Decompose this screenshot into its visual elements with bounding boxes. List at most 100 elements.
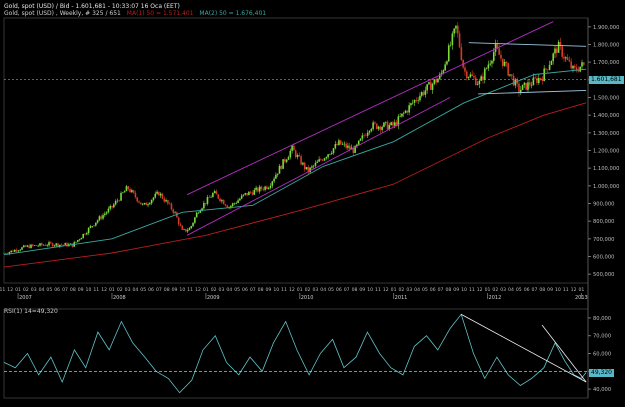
- candle-down: [536, 78, 538, 84]
- candle-up: [554, 48, 556, 54]
- candle-up: [399, 116, 401, 118]
- time-axis-month-label: 08: [445, 287, 451, 293]
- candle-down: [545, 68, 547, 70]
- candle-up: [476, 84, 479, 85]
- candle-down: [3, 253, 5, 254]
- candle-down: [458, 33, 461, 48]
- time-axis-month-label: 01: [15, 287, 21, 293]
- candle-up: [23, 245, 25, 248]
- candle-up: [244, 193, 247, 195]
- candle-up: [312, 165, 315, 167]
- price-axis-tick-label: 700,000: [593, 237, 614, 243]
- candle-up: [143, 202, 146, 205]
- candle-up: [55, 243, 58, 246]
- candle-up: [278, 165, 281, 174]
- candle-down: [32, 244, 34, 246]
- candle-up: [255, 187, 257, 190]
- candle-down: [167, 200, 169, 204]
- candle-down: [375, 123, 378, 129]
- candle-up: [431, 83, 434, 90]
- candle-up: [289, 150, 292, 158]
- candle-up: [503, 61, 506, 66]
- candle-down: [555, 48, 558, 53]
- candle-up: [552, 53, 554, 62]
- price-axis-tick-label: 1.400,000: [593, 113, 619, 119]
- candle-up: [357, 140, 360, 145]
- time-axis-month-label: 02: [23, 287, 29, 293]
- candle-up: [53, 245, 56, 247]
- time-axis-month-label: 01: [109, 287, 115, 293]
- candle-up: [390, 122, 392, 126]
- candle-up: [183, 229, 185, 230]
- candle-up: [509, 74, 511, 76]
- candle-up: [480, 76, 482, 81]
- candle-down: [179, 224, 182, 226]
- candle-up: [311, 166, 313, 168]
- candle-down: [134, 192, 137, 198]
- candle-up: [159, 193, 162, 196]
- candle-up: [80, 237, 83, 240]
- time-axis-month-label: 03: [406, 287, 412, 293]
- time-axis-month-label: 04: [226, 287, 232, 293]
- candle-up: [39, 243, 41, 246]
- candle-down: [365, 135, 367, 137]
- time-axis-month-label: 11: [187, 287, 193, 293]
- candle-down: [226, 205, 229, 208]
- chart-canvas[interactable]: 500,000 600,000 700,000 800,000 900,000 1.000…: [0, 0, 625, 407]
- candle-down: [379, 126, 382, 130]
- time-axis-month-label: 10: [273, 287, 279, 293]
- candle-up: [489, 63, 491, 65]
- candle-down: [583, 62, 585, 65]
- candle-up: [253, 189, 256, 195]
- candle-up: [368, 130, 371, 133]
- candle-down: [158, 191, 160, 196]
- candle-down: [127, 186, 130, 190]
- candle-down: [303, 162, 306, 170]
- candle-up: [530, 85, 533, 86]
- candle-down: [60, 244, 63, 246]
- candle-up: [212, 193, 214, 197]
- candle-up: [199, 210, 202, 213]
- time-axis-month-label: 05: [140, 287, 146, 293]
- candle-up: [327, 154, 329, 158]
- candle-up: [30, 244, 32, 249]
- time-axis-month-label: 04: [132, 287, 138, 293]
- time-axis-month-label: 09: [359, 287, 365, 293]
- candle-down: [50, 242, 52, 244]
- candle-down: [566, 57, 569, 60]
- candle-down: [473, 75, 475, 78]
- candle-up: [572, 65, 574, 69]
- candle-up: [413, 99, 416, 103]
- price-axis-tick-label: 500,000: [593, 272, 614, 278]
- candle-up: [48, 242, 50, 246]
- candle-down: [41, 243, 43, 246]
- candle-up: [377, 126, 380, 129]
- time-axis-month-label: 01: [297, 287, 303, 293]
- rsi-axis-tick-label: 80,000: [593, 316, 611, 322]
- time-axis-year-label: 2013: [575, 295, 588, 301]
- candle-up: [361, 135, 364, 139]
- price-axis-tick-label: 1.800,000: [593, 43, 619, 49]
- time-axis-month-label: 08: [258, 287, 264, 293]
- candle-up: [276, 173, 279, 175]
- candle-down: [507, 63, 509, 76]
- candle-up: [152, 197, 155, 200]
- candle-down: [320, 159, 322, 160]
- rising-channel-upper: [186, 21, 554, 196]
- candle-down: [563, 56, 565, 59]
- candle-up: [14, 249, 16, 252]
- candle-down: [546, 69, 549, 71]
- candle-up: [393, 122, 396, 126]
- candle-up: [492, 51, 495, 61]
- candle-down: [561, 46, 563, 57]
- candle-up: [381, 126, 383, 130]
- candle-up: [404, 110, 407, 113]
- candle-up: [275, 174, 277, 179]
- candle-up: [305, 167, 308, 170]
- candle-down: [435, 79, 437, 83]
- candle-up: [372, 122, 374, 129]
- candle-down: [518, 83, 520, 93]
- candle-up: [194, 217, 196, 223]
- time-axis-month-label: 04: [508, 287, 514, 293]
- candle-down: [577, 70, 580, 72]
